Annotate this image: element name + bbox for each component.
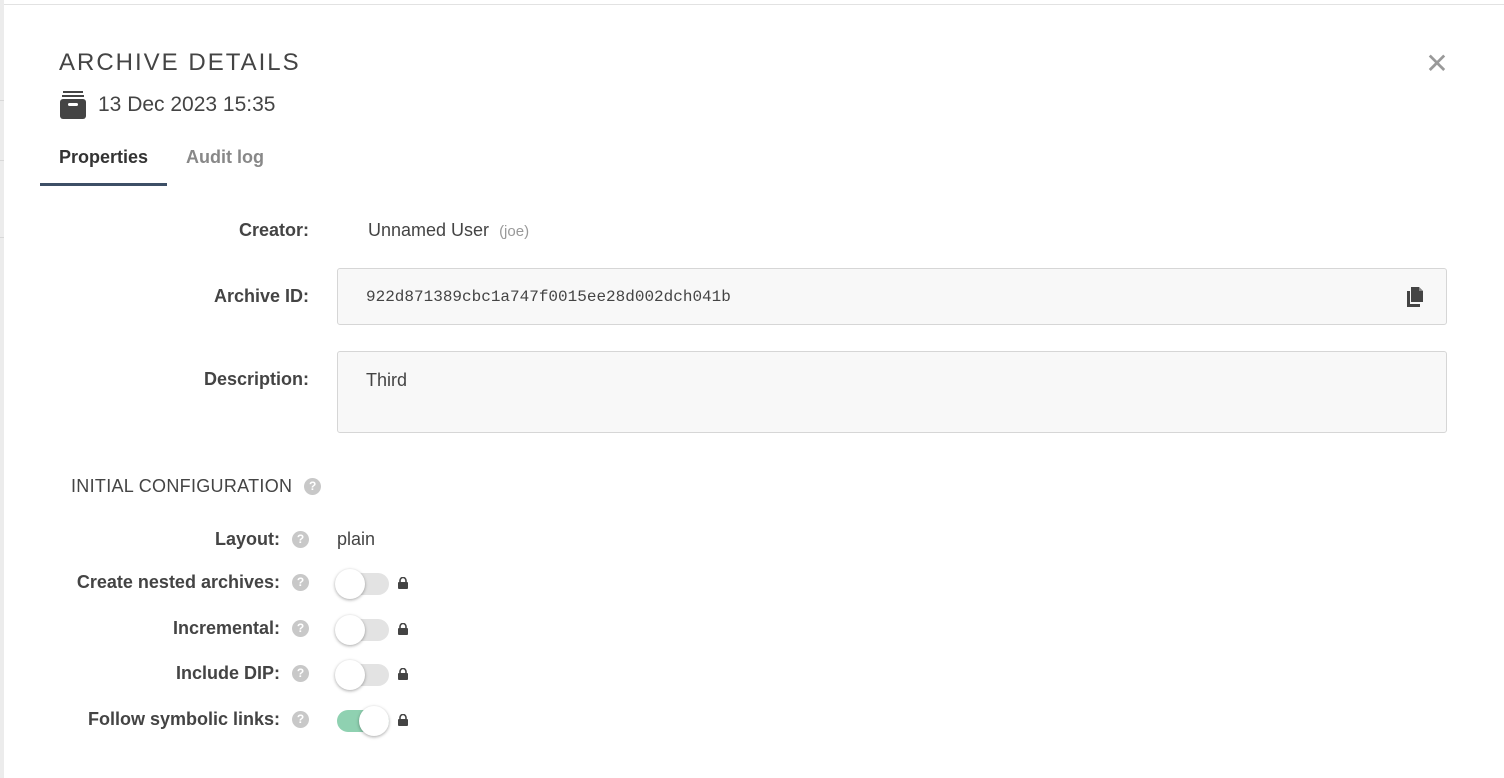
close-button[interactable]: ✕ (1422, 48, 1452, 80)
toggle-knob (335, 660, 365, 690)
layout-value: plain (337, 529, 376, 549)
toggle-knob (359, 706, 389, 736)
dialog-title: ARCHIVE DETAILS (59, 49, 301, 76)
tab-properties[interactable]: Properties (40, 140, 168, 186)
copy-icon (1407, 287, 1423, 307)
creator-name: Unnamed User (368, 220, 490, 240)
toggle-knob (335, 569, 365, 599)
creator-username: (joe) (499, 223, 530, 240)
archive-id-field: 922d871389cbc1a747f0015ee28d002dch041b (337, 268, 1447, 325)
creator-value: Unnamed User (joe) (368, 220, 529, 241)
description-field: Third (337, 351, 1447, 433)
initial-configuration-title: INITIAL CONFIGURATION ? (71, 476, 322, 497)
help-icon[interactable]: ? (292, 665, 309, 682)
follow-symbolic-links-label: Follow symbolic links: (87, 709, 280, 729)
tab-audit-log[interactable]: Audit log (167, 140, 283, 183)
help-icon[interactable]: ? (292, 711, 309, 728)
archive-box-icon (60, 91, 86, 119)
toggle-knob (335, 615, 365, 645)
create-nested-archives-toggle[interactable] (335, 569, 389, 599)
include-dip-toggle[interactable] (335, 660, 389, 690)
archive-date-row: 13 Dec 2023 15:35 (60, 90, 275, 120)
archive-id-label: Archive ID: (213, 286, 309, 306)
lock-icon (398, 623, 408, 635)
incremental-toggle[interactable] (335, 615, 389, 645)
archive-id-value: 922d871389cbc1a747f0015ee28d002dch041b (366, 288, 731, 306)
layout-label: Layout: (215, 529, 280, 549)
description-label: Description: (203, 369, 309, 389)
description-value: Third (366, 370, 408, 390)
creator-label: Creator: (238, 220, 309, 240)
archive-date: 13 Dec 2023 15:35 (98, 93, 276, 116)
help-icon[interactable]: ? (292, 620, 309, 637)
lock-icon (398, 577, 408, 589)
incremental-label: Incremental: (172, 618, 280, 638)
section-title-text: INITIAL CONFIGURATION (71, 476, 293, 496)
include-dip-label: Include DIP: (175, 663, 280, 683)
close-icon: ✕ (1425, 48, 1449, 79)
lock-icon (398, 714, 408, 726)
help-icon[interactable]: ? (292, 574, 309, 591)
follow-symbolic-links-toggle[interactable] (337, 706, 389, 736)
help-icon[interactable]: ? (304, 478, 322, 495)
create-nested-archives-label: Create nested archives: (76, 572, 280, 592)
help-icon[interactable]: ? (292, 531, 309, 548)
lock-icon (398, 668, 408, 680)
copy-button[interactable] (1404, 285, 1428, 309)
tab-bar: Properties Audit log (40, 140, 283, 186)
